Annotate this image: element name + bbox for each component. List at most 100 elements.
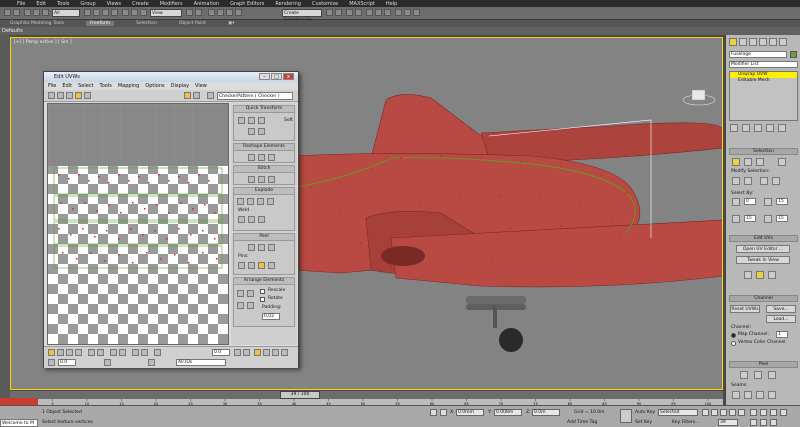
reset-peel-icon[interactable] — [268, 244, 275, 251]
key-filters-button[interactable]: Key Filters... — [672, 420, 699, 425]
selection-rollout[interactable]: Selection — [729, 148, 798, 155]
quick-planar-map-icon[interactable] — [756, 271, 764, 279]
maximize-button[interactable]: □ — [271, 73, 282, 80]
z-coord-field[interactable]: 0.0m — [532, 409, 560, 416]
checker-pattern-dropdown[interactable]: CheckerPattern ( Checker ) — [217, 92, 293, 100]
pivot-icon[interactable] — [186, 9, 193, 16]
menu-animation[interactable]: Animation — [194, 1, 220, 7]
menu-help[interactable]: Help — [386, 1, 397, 7]
face-mode-icon[interactable] — [66, 349, 73, 356]
flatten-icon[interactable] — [267, 198, 274, 205]
render-production-icon[interactable] — [413, 9, 420, 16]
rect-selection-icon[interactable] — [102, 9, 109, 16]
window-crossing-icon[interactable] — [111, 9, 118, 16]
menu-rendering[interactable]: Rendering — [275, 1, 301, 7]
soft-selection-icon[interactable] — [154, 349, 161, 356]
edit-uvws-titlebar[interactable]: Edit UVWs – □ x — [44, 72, 298, 82]
named-selection-dropdown[interactable]: Create Selection Se — [282, 9, 322, 23]
percent-snap-icon[interactable] — [226, 9, 233, 16]
reset-uvws-button[interactable]: Reset UVWs — [730, 305, 760, 313]
pack-normalize-icon[interactable] — [247, 290, 254, 297]
pack-together-icon[interactable] — [237, 302, 244, 309]
ribbon-options-icon[interactable]: ▣▾ — [228, 21, 235, 26]
filter-selected-icon[interactable] — [243, 349, 250, 356]
peel-quick-icon[interactable] — [740, 371, 748, 379]
goto-end-icon[interactable] — [738, 409, 745, 416]
add-time-tag-button[interactable]: Add Time Tag — [567, 420, 597, 425]
select-by-element-icon[interactable] — [732, 198, 740, 206]
tab-freeform[interactable]: Freeform — [86, 21, 115, 26]
menu-edit[interactable]: Edit — [36, 1, 46, 7]
auto-pin-icon[interactable] — [258, 262, 265, 269]
edge-subobj-icon[interactable] — [744, 158, 752, 166]
seam-to-edge-icon[interactable] — [756, 391, 764, 399]
unpin-selected-icon[interactable] — [248, 262, 255, 269]
bind-space-warp-icon[interactable] — [42, 9, 49, 16]
snap-toggle-icon[interactable] — [208, 9, 215, 16]
stitch-head[interactable]: Stitch — [234, 166, 294, 173]
edge-sel-to-seam-icon[interactable] — [744, 391, 752, 399]
object-name-field[interactable]: Fuselage — [729, 51, 787, 58]
shrink-icon[interactable] — [744, 177, 752, 185]
menu-file[interactable]: File — [17, 1, 25, 7]
show-end-result-icon[interactable] — [742, 124, 750, 132]
zoom-icon[interactable] — [263, 349, 270, 356]
smg-value[interactable]: 15 — [776, 215, 788, 222]
stitch-target-icon[interactable] — [248, 176, 255, 183]
absolute-mode-icon[interactable] — [440, 409, 447, 416]
pan-icon[interactable] — [254, 349, 261, 356]
padding-input[interactable]: 0.02 — [262, 313, 280, 320]
stitch-average-icon[interactable] — [258, 176, 265, 183]
walkthrough-icon[interactable] — [760, 419, 767, 426]
maxscript-mini-listener[interactable]: Welcome to M — [0, 419, 38, 427]
pack-rescale-icon[interactable] — [247, 302, 254, 309]
play-icon[interactable] — [720, 409, 727, 416]
loop-sel-icon[interactable] — [772, 177, 780, 185]
set-key-button[interactable]: Set Key — [635, 420, 652, 425]
motion-tab-icon[interactable] — [759, 38, 767, 46]
zoom-extents-all-icon[interactable] — [780, 409, 787, 416]
select-by-name-icon[interactable] — [93, 9, 100, 16]
configure-sets-icon[interactable] — [778, 124, 786, 132]
tab-object-paint[interactable]: Object Paint — [179, 21, 206, 26]
quick-planar-icon[interactable] — [744, 271, 752, 279]
load-button[interactable]: Load... — [766, 315, 796, 323]
graphite-toggle-icon[interactable] — [355, 9, 362, 16]
save-button[interactable]: Save... — [766, 305, 796, 313]
select-by-value-2[interactable]: 15 — [776, 198, 788, 205]
ignore-backfacing-icon[interactable] — [764, 198, 772, 206]
show-map-icon[interactable] — [184, 92, 191, 99]
goto-start-icon[interactable] — [702, 409, 709, 416]
selection-filter-dropdown[interactable]: All — [52, 9, 80, 17]
uvw-menu-options[interactable]: Options — [145, 82, 164, 90]
move-icon[interactable] — [122, 9, 129, 16]
time-slider[interactable]: 39 / 100 — [280, 391, 320, 399]
schematic-view-icon[interactable] — [375, 9, 382, 16]
expand-face-sel-icon[interactable] — [768, 391, 776, 399]
link-icon[interactable] — [24, 9, 31, 16]
minimize-button[interactable]: – — [259, 73, 270, 80]
make-unique-icon[interactable] — [754, 124, 762, 132]
field-of-view-icon[interactable] — [750, 419, 757, 426]
mirror-icon[interactable] — [326, 9, 333, 16]
pan-view-icon[interactable] — [750, 409, 757, 416]
explode-icon[interactable] — [237, 198, 244, 205]
zoom-region-icon[interactable] — [272, 349, 279, 356]
shrink-selection-icon[interactable] — [97, 349, 104, 356]
current-frame-field[interactable]: 39 — [718, 419, 738, 426]
close-button[interactable]: x — [283, 73, 294, 80]
element-mode-icon[interactable] — [75, 349, 82, 356]
uvw-menu-select[interactable]: Select — [78, 82, 93, 90]
peel-reset-icon[interactable] — [768, 371, 776, 379]
u-value-input[interactable]: 0.0 — [212, 349, 230, 356]
vertex-color-radio[interactable] — [731, 341, 736, 346]
edge-mode-icon[interactable] — [57, 349, 64, 356]
channel-rollout[interactable]: Channel — [729, 295, 798, 302]
scale-icon[interactable] — [140, 9, 147, 16]
lock-selection-icon[interactable] — [234, 349, 241, 356]
edit-uvs-rollout[interactable]: Edit UVs — [729, 235, 798, 242]
rotate-cw-icon[interactable] — [258, 128, 265, 135]
align-icon[interactable] — [335, 9, 342, 16]
y-coord-field[interactable]: 0.008m — [494, 409, 522, 416]
x-coord-field[interactable]: 0.0mm — [456, 409, 484, 416]
